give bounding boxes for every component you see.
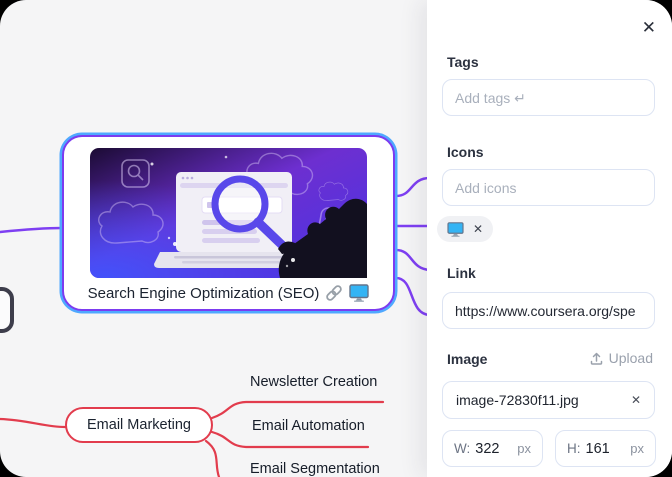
- child-node-newsletter-creation[interactable]: Newsletter Creation: [250, 374, 377, 390]
- connector-email-segmentation: [206, 441, 219, 477]
- connector-seo-branch-3: [396, 250, 430, 270]
- link-label: Link: [447, 265, 476, 281]
- tags-input[interactable]: [442, 79, 655, 116]
- close-icon[interactable]: ✕: [642, 19, 656, 36]
- connector-root-to-seo: [0, 228, 62, 232]
- width-unit: px: [517, 441, 531, 456]
- tags-label: Tags: [447, 54, 479, 70]
- chip-remove-icon[interactable]: ✕: [473, 223, 483, 235]
- width-prefix: W:: [454, 441, 470, 456]
- width-value[interactable]: 322: [475, 441, 499, 457]
- image-clear-icon[interactable]: ✕: [631, 394, 641, 406]
- monitor-icon: [447, 222, 464, 237]
- image-filename: image-72830f11.jpg: [456, 392, 579, 408]
- height-value[interactable]: 161: [586, 441, 610, 457]
- properties-panel: ✕ Tags Icons ✕ Link Image Upload image-7…: [427, 0, 672, 477]
- seo-node-label: Search Engine Optimization (SEO): [88, 285, 320, 302]
- connector-seo-branch-1: [396, 178, 430, 196]
- icon-chip-monitor[interactable]: ✕: [437, 216, 493, 242]
- connector-email-newsletter: [212, 402, 383, 418]
- link-input[interactable]: [442, 292, 655, 329]
- mindmap-app-window: Search Engine Optimization (SEO) Email M…: [0, 0, 672, 477]
- upload-label: Upload: [609, 350, 653, 366]
- child-node-email-segmentation[interactable]: Email Segmentation: [250, 461, 380, 477]
- image-width-field[interactable]: W: 322 px: [442, 430, 543, 467]
- icons-label: Icons: [447, 144, 484, 160]
- monitor-icon[interactable]: [349, 284, 369, 302]
- icons-input[interactable]: [442, 169, 655, 206]
- seo-topic-image[interactable]: [90, 148, 367, 278]
- height-prefix: H:: [567, 441, 581, 456]
- height-unit: px: [630, 441, 644, 456]
- root-node-edge[interactable]: [0, 287, 14, 333]
- child-node-email-automation[interactable]: Email Automation: [252, 418, 365, 434]
- image-filename-field[interactable]: image-72830f11.jpg ✕: [442, 381, 655, 419]
- upload-button[interactable]: Upload: [590, 350, 653, 366]
- seo-topic-node[interactable]: Search Engine Optimization (SEO): [62, 135, 395, 311]
- image-label: Image: [447, 351, 487, 367]
- upload-icon: [590, 352, 603, 365]
- connector-seo-branch-4: [396, 278, 430, 315]
- email-marketing-node[interactable]: Email Marketing: [65, 407, 213, 443]
- email-node-label: Email Marketing: [87, 417, 191, 433]
- image-height-field[interactable]: H: 161 px: [555, 430, 656, 467]
- connector-email-automation: [212, 432, 368, 447]
- link-icon[interactable]: [325, 284, 343, 302]
- connector-root-to-email: [0, 419, 65, 427]
